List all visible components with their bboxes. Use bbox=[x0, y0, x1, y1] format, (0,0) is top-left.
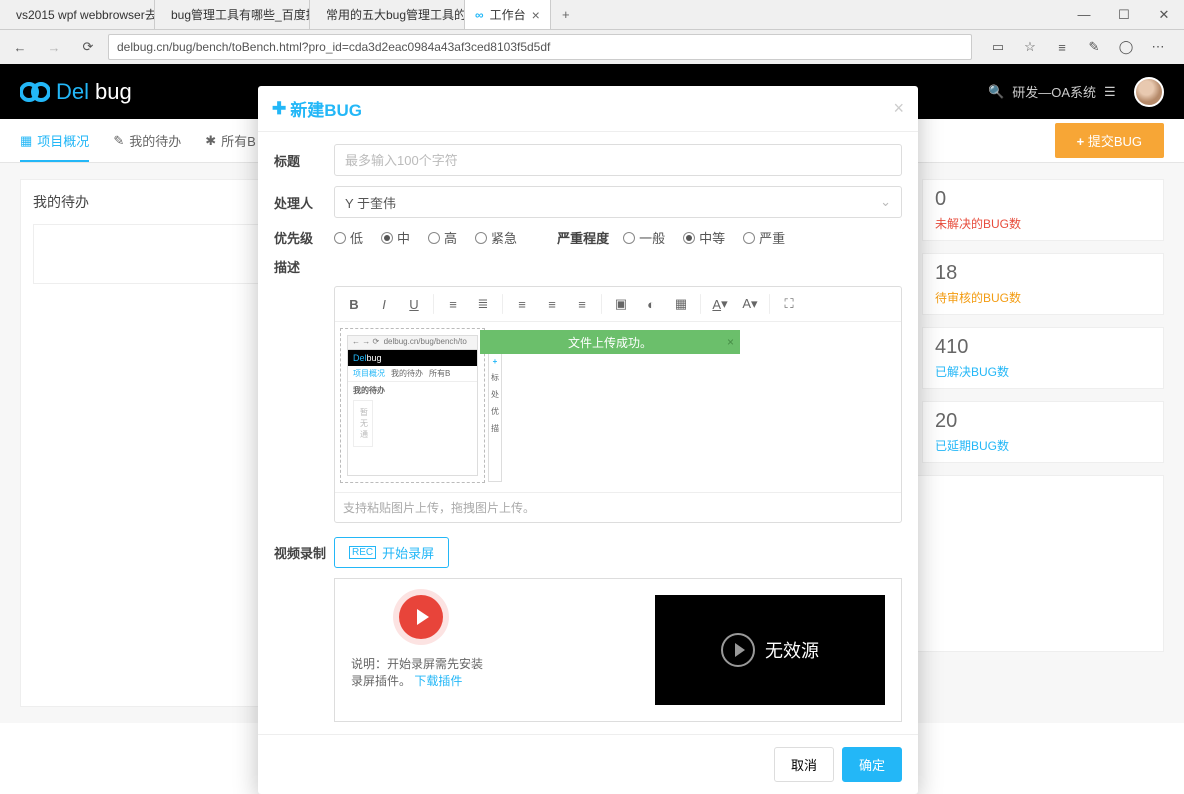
bg-color-icon[interactable]: A▾ bbox=[737, 291, 763, 317]
minimize-button[interactable]: — bbox=[1064, 0, 1104, 29]
stat-card: 18待审核的BUG数 bbox=[922, 253, 1164, 315]
avatar[interactable] bbox=[1134, 77, 1164, 107]
edit-icon: ✎ bbox=[113, 133, 124, 149]
submit-bug-button[interactable]: + 提交BUG bbox=[1055, 123, 1164, 158]
menu-icon[interactable]: ☰ bbox=[1104, 84, 1124, 100]
fullscreen-icon[interactable]: ⛶ bbox=[776, 291, 802, 317]
plus-icon: ✚ bbox=[272, 99, 286, 119]
ol-icon[interactable]: ≡ bbox=[440, 291, 466, 317]
radio-一般[interactable]: 一般 bbox=[623, 228, 665, 247]
chevron-down-icon: ⌄ bbox=[880, 194, 891, 210]
share-icon[interactable]: ◯ bbox=[1114, 35, 1138, 59]
record-play-icon[interactable] bbox=[399, 595, 443, 639]
radio-高[interactable]: 高 bbox=[428, 228, 457, 247]
cancel-button[interactable]: 取消 bbox=[774, 747, 834, 782]
upload-toast: 文件上传成功。× bbox=[480, 330, 740, 354]
browser-tab-active[interactable]: ∞工作台× bbox=[465, 0, 551, 29]
logo[interactable]: Delbug bbox=[20, 79, 132, 105]
align-center-icon[interactable]: ≡ bbox=[539, 291, 565, 317]
browser-tabbar: vs2015 wpf webbrowser去掉 bug管理工具有哪些_百度搜 常… bbox=[0, 0, 1184, 30]
radio-低[interactable]: 低 bbox=[334, 228, 363, 247]
emoji-icon[interactable]: ◐ bbox=[638, 291, 664, 317]
video-player[interactable]: 无效源 bbox=[655, 595, 885, 705]
label-assignee: 处理人 bbox=[274, 193, 334, 212]
underline-icon[interactable]: U bbox=[401, 291, 427, 317]
reading-view-icon[interactable]: ▭ bbox=[986, 35, 1010, 59]
play-icon bbox=[721, 633, 755, 667]
align-right-icon[interactable]: ≡ bbox=[569, 291, 595, 317]
download-plugin-link[interactable]: 下载插件 bbox=[414, 674, 462, 688]
nav-overview[interactable]: ▦项目概况 bbox=[20, 131, 89, 162]
italic-icon[interactable]: I bbox=[371, 291, 397, 317]
ok-button[interactable]: 确定 bbox=[842, 747, 902, 782]
tab-close-icon[interactable]: × bbox=[532, 7, 540, 23]
editor-hint: 支持粘贴图片上传，拖拽图片上传。 bbox=[335, 492, 901, 522]
ul-icon[interactable]: ≣ bbox=[470, 291, 496, 317]
logo-icon bbox=[20, 79, 50, 105]
font-color-icon[interactable]: A▾ bbox=[707, 291, 733, 317]
editor-toolbar: B I U ≡ ≣ ≡ ≡ ≡ ▣ ◐ ▦ A▾ A▾ ⛶ bbox=[335, 287, 901, 322]
search-icon: 🔍 bbox=[988, 84, 1004, 100]
browser-tab[interactable]: vs2015 wpf webbrowser去掉 bbox=[0, 0, 155, 29]
browser-tab[interactable]: bug管理工具有哪些_百度搜 bbox=[155, 0, 310, 29]
stat-card: 0未解决的BUG数 bbox=[922, 179, 1164, 241]
back-button[interactable]: ← bbox=[6, 33, 34, 61]
label-severity: 严重程度 bbox=[557, 228, 609, 247]
grid-icon: ▦ bbox=[20, 133, 32, 149]
nav-todo[interactable]: ✎我的待办 bbox=[113, 131, 181, 150]
radio-严重[interactable]: 严重 bbox=[743, 228, 785, 247]
project-switcher[interactable]: 🔍 研发—OA系统 ☰ bbox=[988, 82, 1124, 101]
align-left-icon[interactable]: ≡ bbox=[509, 291, 535, 317]
forward-button[interactable]: → bbox=[40, 33, 68, 61]
assignee-select[interactable]: Y 于奎伟⌄ bbox=[334, 186, 902, 218]
radio-中等[interactable]: 中等 bbox=[683, 228, 725, 247]
maximize-button[interactable]: ☐ bbox=[1104, 0, 1144, 29]
modal-close-button[interactable]: × bbox=[893, 98, 904, 119]
nav-all-bugs[interactable]: ✱所有B bbox=[205, 131, 256, 150]
refresh-button[interactable]: ⟳ bbox=[74, 33, 102, 61]
label-title: 标题 bbox=[274, 151, 334, 170]
stat-card: 410已解决BUG数 bbox=[922, 327, 1164, 389]
title-input[interactable] bbox=[334, 144, 902, 176]
hub-icon[interactable]: ≡ bbox=[1050, 35, 1074, 59]
radio-中[interactable]: 中 bbox=[381, 228, 410, 247]
video-area: 说明：开始录屏需先安装 录屏插件。 下载插件 无效源 bbox=[334, 578, 902, 722]
close-window-button[interactable]: ✕ bbox=[1144, 0, 1184, 29]
radio-紧急[interactable]: 紧急 bbox=[475, 228, 517, 247]
label-priority: 优先级 bbox=[274, 228, 334, 247]
url-bar[interactable]: delbug.cn/bug/bench/toBench.html?pro_id=… bbox=[108, 34, 972, 60]
stat-card: 20已延期BUG数 bbox=[922, 401, 1164, 463]
notes-icon[interactable]: ✎ bbox=[1082, 35, 1106, 59]
label-desc: 描述 bbox=[274, 257, 334, 276]
browser-tab[interactable]: 常用的五大bug管理工具的优 bbox=[310, 0, 465, 29]
new-tab-button[interactable]: + bbox=[551, 7, 581, 22]
star-icon[interactable]: ☆ bbox=[1018, 35, 1042, 59]
new-bug-modal: ✚新建BUG × 标题 处理人 Y 于奎伟⌄ 优先级 低中高紧急 严重程度 一般… bbox=[258, 86, 918, 794]
start-record-button[interactable]: REC开始录屏 bbox=[334, 537, 449, 568]
toast-close-icon[interactable]: × bbox=[727, 335, 734, 349]
more-icon[interactable]: ⋯ bbox=[1146, 35, 1170, 59]
editor-canvas[interactable]: ← → ⟳ delbug.cn/bug/bench/to Delbug 项目概况… bbox=[335, 322, 901, 492]
record-desc: 说明：开始录屏需先安装 录屏插件。 下载插件 bbox=[351, 655, 491, 689]
bold-icon[interactable]: B bbox=[341, 291, 367, 317]
image-icon[interactable]: ▣ bbox=[608, 291, 634, 317]
label-record: 视频录制 bbox=[274, 543, 334, 562]
rich-editor: B I U ≡ ≣ ≡ ≡ ≡ ▣ ◐ ▦ A▾ A▾ ⛶ bbox=[334, 286, 902, 523]
star-icon: ✱ bbox=[205, 133, 216, 149]
table-icon[interactable]: ▦ bbox=[668, 291, 694, 317]
uploaded-image[interactable]: ← → ⟳ delbug.cn/bug/bench/to Delbug 项目概况… bbox=[340, 328, 485, 483]
modal-title: ✚新建BUG bbox=[272, 96, 362, 121]
